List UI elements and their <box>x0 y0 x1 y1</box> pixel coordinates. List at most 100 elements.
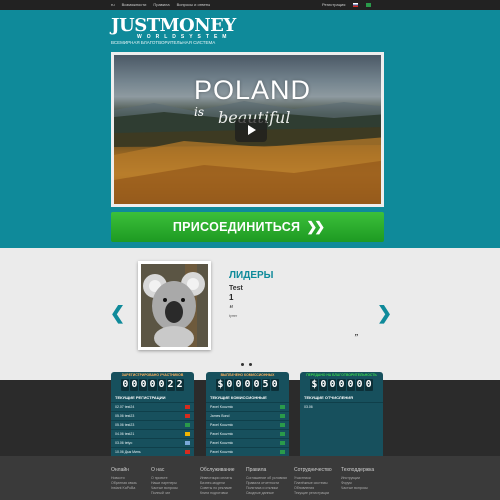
list-item[interactable]: 04.06 test21 <box>111 429 194 438</box>
panel-header: ПЕРЕДАНО НА БЛАГОТВОРИТЕЛЬНОСТЬ <box>306 373 377 377</box>
footer-column: Правила Соглашение об условиях Правила отч… <box>246 468 287 496</box>
counter-digit: 0 <box>346 379 355 391</box>
top-nav: ru Возможности Правила Вопросы и ответы <box>111 1 210 9</box>
nav-features[interactable]: Возможности <box>122 1 147 9</box>
flag-ru-icon[interactable] <box>353 3 359 7</box>
footer-link[interactable]: Полный чат <box>151 491 178 496</box>
list-item-text: Pavel Kouzmic <box>210 423 234 427</box>
counter-digit: 0 <box>243 379 252 391</box>
nav-rules[interactable]: Правила <box>153 1 169 9</box>
hero-section: ru Возможности Правила Вопросы и ответы … <box>0 0 500 248</box>
list-item[interactable]: 05.06 test23 <box>111 411 194 420</box>
slider-dot[interactable] <box>241 363 244 366</box>
list-item-text: Pavel Kouzmic <box>210 432 234 436</box>
leaders-title: ЛИДЕРЫ <box>229 270 274 281</box>
registrations-panel: ЗАРЕГИСТРИРОВАНО УЧАСТНИКОВ 0 0 0 0 0 2 … <box>111 372 194 456</box>
stats-section: ЗАРЕГИСТРИРОВАНО УЧАСТНИКОВ 0 0 0 0 0 2 … <box>0 372 500 456</box>
counter-digit: 0 <box>319 379 328 391</box>
footer-column-title: Онлайн <box>111 467 129 473</box>
footer-column-title: О нас <box>151 467 165 473</box>
country-flag-icon <box>185 423 190 427</box>
video-subtitle-is: is <box>194 105 204 119</box>
counter-digit: 0 <box>270 379 279 391</box>
list-item[interactable]: 03.06 <box>300 402 383 411</box>
site-logo[interactable]: JUSTMONEY WORLDSYSTEM ВСЕМИРНАЯ БЛАГОТВО… <box>111 17 236 46</box>
country-flag-icon <box>185 441 190 445</box>
play-icon[interactable] <box>235 119 267 142</box>
country-flag-icon <box>280 405 285 409</box>
panel-list: 03.06 <box>300 402 383 411</box>
counter-digit: 0 <box>225 379 234 391</box>
list-item-text: 05.06 test23 <box>115 423 135 427</box>
country-flag-icon <box>185 414 190 418</box>
footer-column: О нас О проекте Наши партнеры Частые вопрос… <box>151 468 178 496</box>
footer-column: Обслуживание Инвестиции оплаты Бизнес-моде… <box>200 468 235 496</box>
double-chevron-icon: ❯❯ <box>306 219 325 234</box>
counter-digit: 0 <box>252 379 261 391</box>
list-item-text: 05.06 test23 <box>115 414 135 418</box>
country-flag-icon <box>280 414 285 418</box>
counter-digit: 0 <box>121 379 130 391</box>
country-flag-icon <box>185 432 190 436</box>
list-item-text: 04.06 test21 <box>115 432 135 436</box>
list-item[interactable]: Pavel Kouzmic <box>206 402 289 411</box>
slider-dots <box>241 363 252 366</box>
counter-digit: 5 <box>261 379 270 391</box>
list-item[interactable]: 02.07 test24 <box>111 402 194 411</box>
panel-list: 02.07 test24 05.06 test23 05.06 test23 04.0… <box>111 402 194 456</box>
footer-column: Онлайн Новости Обратная связь Instant KaPuB… <box>111 468 137 491</box>
list-item[interactable]: 05.06 test23 <box>111 420 194 429</box>
list-item[interactable]: Pavel Kouzmic <box>206 420 289 429</box>
commissions-counter: $ 0 0 0 0 5 0 <box>206 379 289 391</box>
panel-subheader: ТЕКУЩИЕ КОМИССИОННЫЕ <box>210 395 267 400</box>
footer-column: Сотрудничество Участники Платёжные системы… <box>294 468 332 496</box>
counter-digit: 0 <box>328 379 337 391</box>
footer-column-title: Обслуживание <box>200 467 235 473</box>
counter-digit: 0 <box>337 379 346 391</box>
country-flag-icon <box>280 423 285 427</box>
list-item[interactable]: Pavel Kouzmic <box>206 447 289 456</box>
footer-column: Техподдержка Инструкции Форум Частые вопрос… <box>341 468 374 491</box>
panel-subheader: ТЕКУЩИЕ РЕГИСТРАЦИИ <box>115 395 166 400</box>
chevron-left-icon[interactable]: ❮ <box>110 303 125 324</box>
country-flag-icon <box>280 441 285 445</box>
video-player[interactable]: POLAND is beautiful <box>111 52 384 207</box>
footer-link[interactable]: Сводные данные <box>246 491 287 496</box>
leader-rank: 1 <box>229 293 234 302</box>
lang-switch[interactable]: ru <box>111 1 115 9</box>
panel-header: ВЫПЛАЧЕНО КОМИССИОННЫХ <box>220 373 275 377</box>
counter-digit: 0 <box>157 379 166 391</box>
footer-column-title: Сотрудничество <box>294 467 332 473</box>
list-item-text: Pavel Kouzmic <box>210 441 234 445</box>
counter-digit: 2 <box>166 379 175 391</box>
panel-list: Pavel Kouzmic James Bond Pavel Kouzmic Pave… <box>206 402 289 456</box>
panel-subheader: ТЕКУЩИЕ ОТЧИСЛЕНИЯ <box>304 395 354 400</box>
leader-note: tyrrer <box>229 314 238 318</box>
quote-open: “ <box>229 304 233 313</box>
counter-digit: 0 <box>364 379 373 391</box>
country-flag-icon <box>185 405 190 409</box>
list-item[interactable]: Pavel Kouzmic <box>206 429 289 438</box>
footer-link[interactable]: Частые вопросы <box>341 486 374 491</box>
list-item[interactable]: 03.06 tetyo <box>111 438 194 447</box>
list-item-text: James Bond <box>210 414 230 418</box>
counter-digit: 2 <box>175 379 184 391</box>
slider-dot[interactable] <box>249 363 252 366</box>
footer-link[interactable]: Книги подготовки <box>200 491 235 496</box>
top-bar: ru Возможности Правила Вопросы и ответы … <box>0 0 500 10</box>
join-button[interactable]: ПРИСОЕДИНИТЬСЯ ❯❯ <box>111 212 384 242</box>
list-item[interactable]: 10.06 Дык Минь <box>111 447 194 456</box>
footer-link[interactable]: Текущие регистрации <box>294 491 332 496</box>
koala-image <box>141 264 208 347</box>
list-item[interactable]: Pavel Kouzmic <box>206 438 289 447</box>
country-flag-icon <box>280 432 285 436</box>
nav-faq[interactable]: Вопросы и ответы <box>177 1 211 9</box>
footer-link[interactable]: Instant KaPuBa <box>111 486 137 491</box>
charity-panel: ПЕРЕДАНО НА БЛАГОТВОРИТЕЛЬНОСТЬ $ 0 0 0 … <box>300 372 383 456</box>
flag-en-icon[interactable] <box>366 3 372 7</box>
chevron-right-icon[interactable]: ❯ <box>377 303 392 324</box>
list-item-text: Pavel Kouzmic <box>210 405 234 409</box>
register-link[interactable]: Регистрация <box>322 1 345 9</box>
counter-digit: 0 <box>234 379 243 391</box>
list-item[interactable]: James Bond <box>206 411 289 420</box>
